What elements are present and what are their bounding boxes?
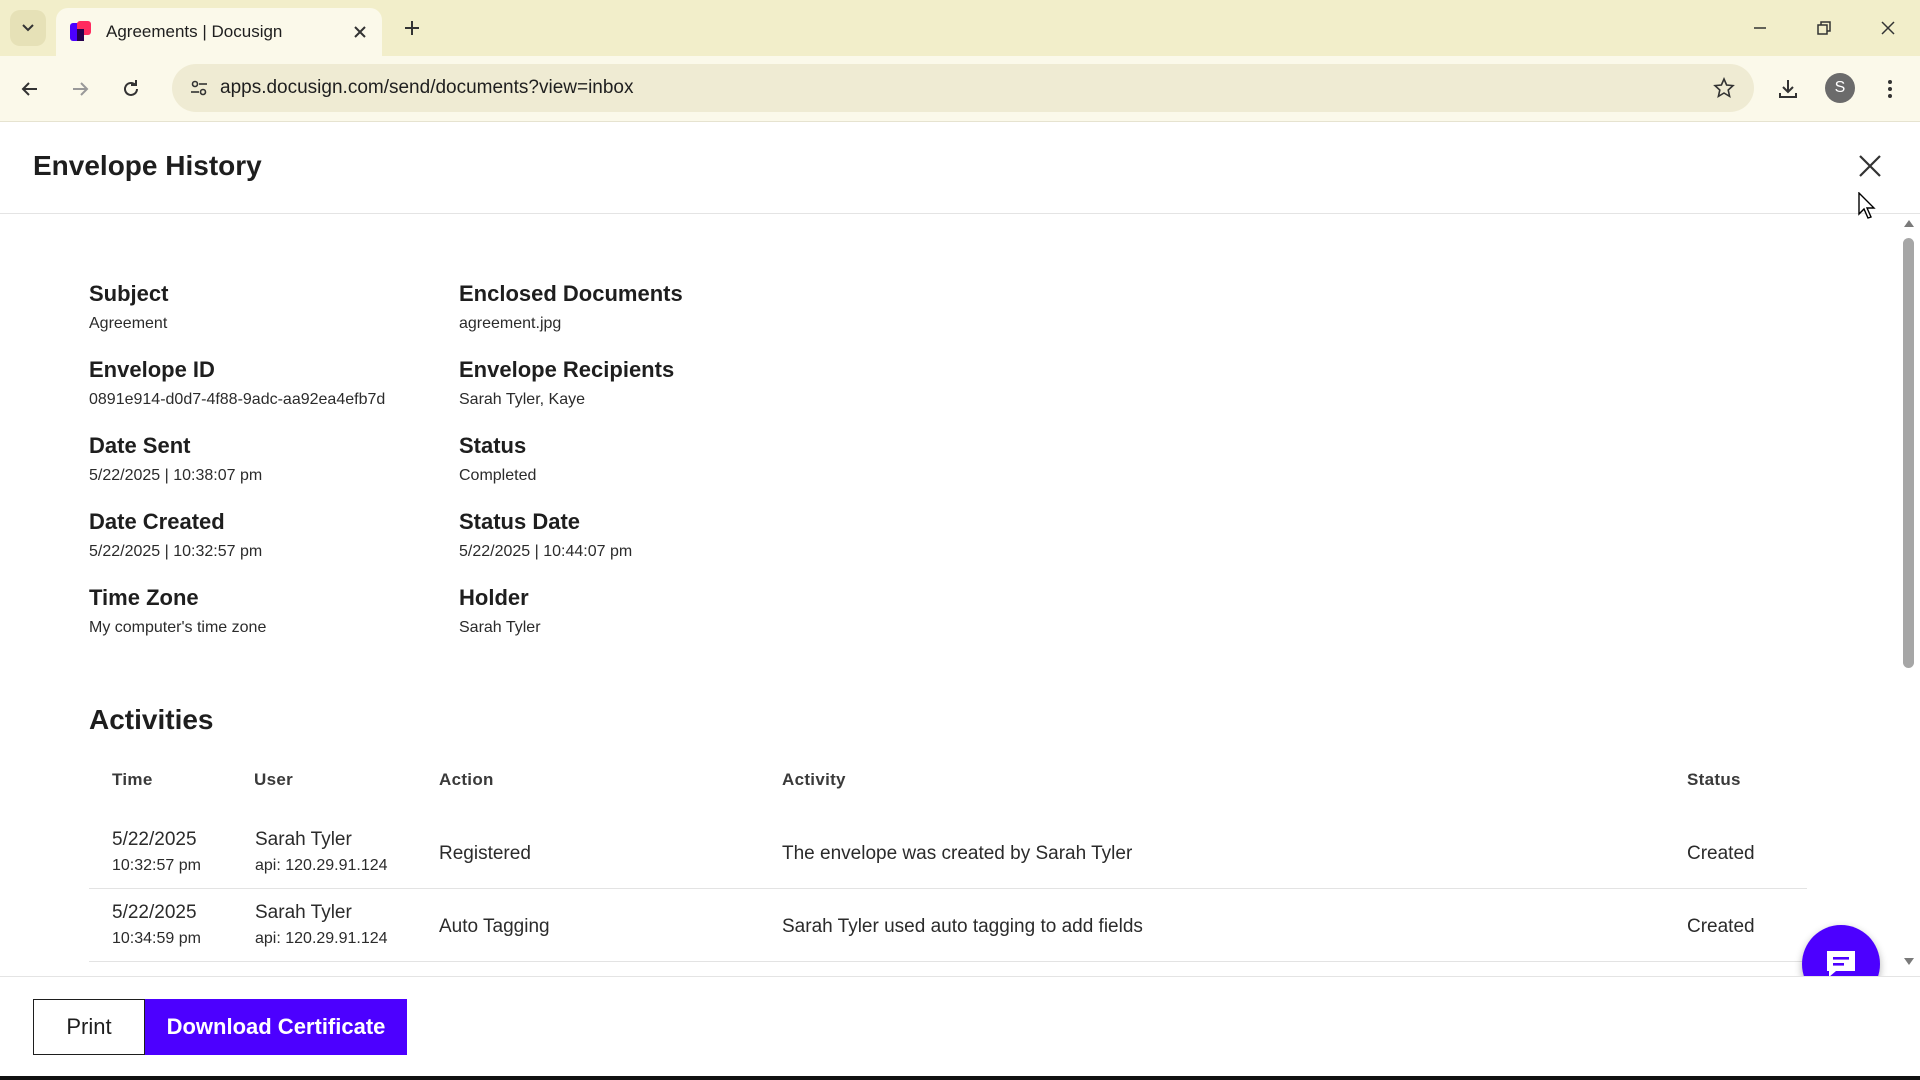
- browser-tab-strip: Agreements | Docusign: [0, 0, 1920, 56]
- column-header-status: Status: [1687, 770, 1741, 789]
- envelope-recipients-value: Sarah Tyler, Kaye: [459, 391, 585, 408]
- scrollbar-thumb[interactable]: [1903, 238, 1914, 668]
- holder-value: Sarah Tyler: [459, 619, 541, 636]
- date-sent-field: Date Sent 5/22/2025 | 10:38:07 pm: [89, 433, 262, 485]
- row-status: Created: [1687, 916, 1755, 937]
- date-created-value: 5/22/2025 | 10:32:57 pm: [89, 543, 263, 560]
- envelope-id-value: 0891e914-d0d7-4f88-9adc-aa92ea4efb7d: [89, 391, 386, 408]
- tab-close-button[interactable]: [348, 20, 372, 44]
- time-zone-label: Time Zone: [89, 585, 199, 610]
- window-close-button[interactable]: [1868, 10, 1908, 46]
- minimize-icon: [1754, 27, 1766, 29]
- close-icon: [1859, 155, 1881, 177]
- scroll-up-arrow-icon[interactable]: [1904, 220, 1914, 227]
- holder-label: Holder: [459, 585, 529, 610]
- table-row: 5/22/2025 10:32:57 pm Sarah Tyler api: 1…: [89, 816, 1807, 889]
- forward-button[interactable]: [61, 70, 99, 108]
- scroll-down-arrow-icon[interactable]: [1904, 958, 1914, 965]
- date-created-label: Date Created: [89, 509, 225, 534]
- status-field: Status Completed: [459, 433, 536, 485]
- enclosed-documents-value: agreement.jpg: [459, 315, 562, 332]
- enclosed-documents-label: Enclosed Documents: [459, 281, 683, 306]
- table-row: 5/22/2025 10:34:59 pm Sarah Tyler api: 1…: [89, 889, 1807, 962]
- holder-field: Holder Sarah Tyler: [459, 585, 541, 637]
- row-api: api: 120.29.91.124: [255, 857, 388, 874]
- row-date: 5/22/2025: [112, 829, 197, 850]
- tab-search-button[interactable]: [10, 10, 46, 46]
- subject-label: Subject: [89, 281, 169, 306]
- close-icon: [1881, 21, 1895, 35]
- row-user: Sarah Tyler: [255, 902, 352, 923]
- reload-icon: [124, 80, 138, 96]
- download-icon: [1779, 80, 1797, 98]
- envelope-recipients-field: Envelope Recipients Sarah Tyler, Kaye: [459, 357, 674, 409]
- reload-button[interactable]: [112, 70, 150, 108]
- date-sent-label: Date Sent: [89, 433, 191, 458]
- print-button[interactable]: Print: [33, 999, 145, 1055]
- close-icon: [354, 26, 366, 38]
- row-time: 10:34:59 pm: [112, 930, 201, 947]
- page-title: Envelope History: [33, 150, 262, 181]
- column-header-activity: Activity: [782, 770, 846, 789]
- more-vertical-icon: [1888, 80, 1892, 98]
- status-label: Status: [459, 433, 527, 458]
- docusign-favicon-icon: [70, 21, 92, 43]
- row-date: 5/22/2025: [112, 902, 197, 923]
- panel-header: Envelope History: [0, 122, 1920, 214]
- column-header-user: User: [254, 770, 294, 789]
- back-button[interactable]: [11, 70, 49, 108]
- bookmark-star-button[interactable]: [1710, 74, 1738, 102]
- mouse-cursor-icon: [1858, 191, 1878, 225]
- chevron-down-icon: [22, 24, 34, 32]
- star-icon: [1713, 77, 1735, 99]
- tab-title: Agreements | Docusign: [106, 22, 283, 41]
- restore-icon: [1817, 21, 1831, 35]
- restore-button[interactable]: [1804, 10, 1844, 46]
- subject-value: Agreement: [89, 315, 168, 332]
- envelope-id-field: Envelope ID 0891e914-d0d7-4f88-9adc-aa92…: [89, 357, 385, 409]
- status-value: Completed: [459, 467, 537, 484]
- panel-footer: Print Download Certificate: [0, 976, 1920, 1080]
- minimize-button[interactable]: [1740, 10, 1780, 46]
- activities-heading: Activities: [89, 704, 214, 735]
- column-header-time: Time: [112, 770, 153, 789]
- row-status: Created: [1687, 843, 1755, 864]
- envelope-id-label: Envelope ID: [89, 357, 215, 382]
- arrow-left-icon: [21, 82, 37, 96]
- row-user: Sarah Tyler: [255, 829, 352, 850]
- time-zone-value: My computer's time zone: [89, 619, 267, 636]
- date-created-field: Date Created 5/22/2025 | 10:32:57 pm: [89, 509, 262, 561]
- column-header-action: Action: [439, 770, 494, 789]
- status-date-field: Status Date 5/22/2025 | 10:44:07 pm: [459, 509, 632, 561]
- download-certificate-button[interactable]: Download Certificate: [145, 999, 407, 1055]
- row-time: 10:32:57 pm: [112, 857, 201, 874]
- url-text[interactable]: apps.docusign.com/send/documents?view=in…: [220, 77, 634, 99]
- new-tab-button[interactable]: [396, 12, 428, 44]
- envelope-recipients-label: Envelope Recipients: [459, 357, 675, 382]
- browser-toolbar: apps.docusign.com/send/documents?view=in…: [0, 56, 1920, 122]
- row-activity: The envelope was created by Sarah Tyler: [782, 843, 1133, 864]
- close-panel-button[interactable]: [1854, 150, 1886, 182]
- row-api: api: 120.29.91.124: [255, 930, 388, 947]
- time-zone-field: Time Zone My computer's time zone: [89, 585, 266, 637]
- subject-field: Subject Agreement: [89, 281, 168, 333]
- status-date-label: Status Date: [459, 509, 581, 534]
- browser-menu-button[interactable]: [1871, 70, 1909, 108]
- site-info-icon[interactable]: [184, 73, 214, 103]
- status-date-value: 5/22/2025 | 10:44:07 pm: [459, 543, 633, 560]
- arrow-right-icon: [73, 82, 89, 96]
- row-activity: Sarah Tyler used auto tagging to add fie…: [782, 916, 1143, 937]
- plus-icon: [405, 21, 419, 35]
- profile-avatar[interactable]: S: [1825, 73, 1855, 103]
- downloads-button[interactable]: [1769, 70, 1807, 108]
- bottom-edge: [0, 1076, 1920, 1080]
- date-sent-value: 5/22/2025 | 10:38:07 pm: [89, 467, 263, 484]
- row-action: Auto Tagging: [439, 916, 550, 937]
- address-bar[interactable]: apps.docusign.com/send/documents?view=in…: [172, 64, 1754, 112]
- row-action: Registered: [439, 843, 531, 864]
- enclosed-documents-field: Enclosed Documents agreement.jpg: [459, 281, 683, 333]
- browser-tab-active[interactable]: Agreements | Docusign: [56, 8, 382, 56]
